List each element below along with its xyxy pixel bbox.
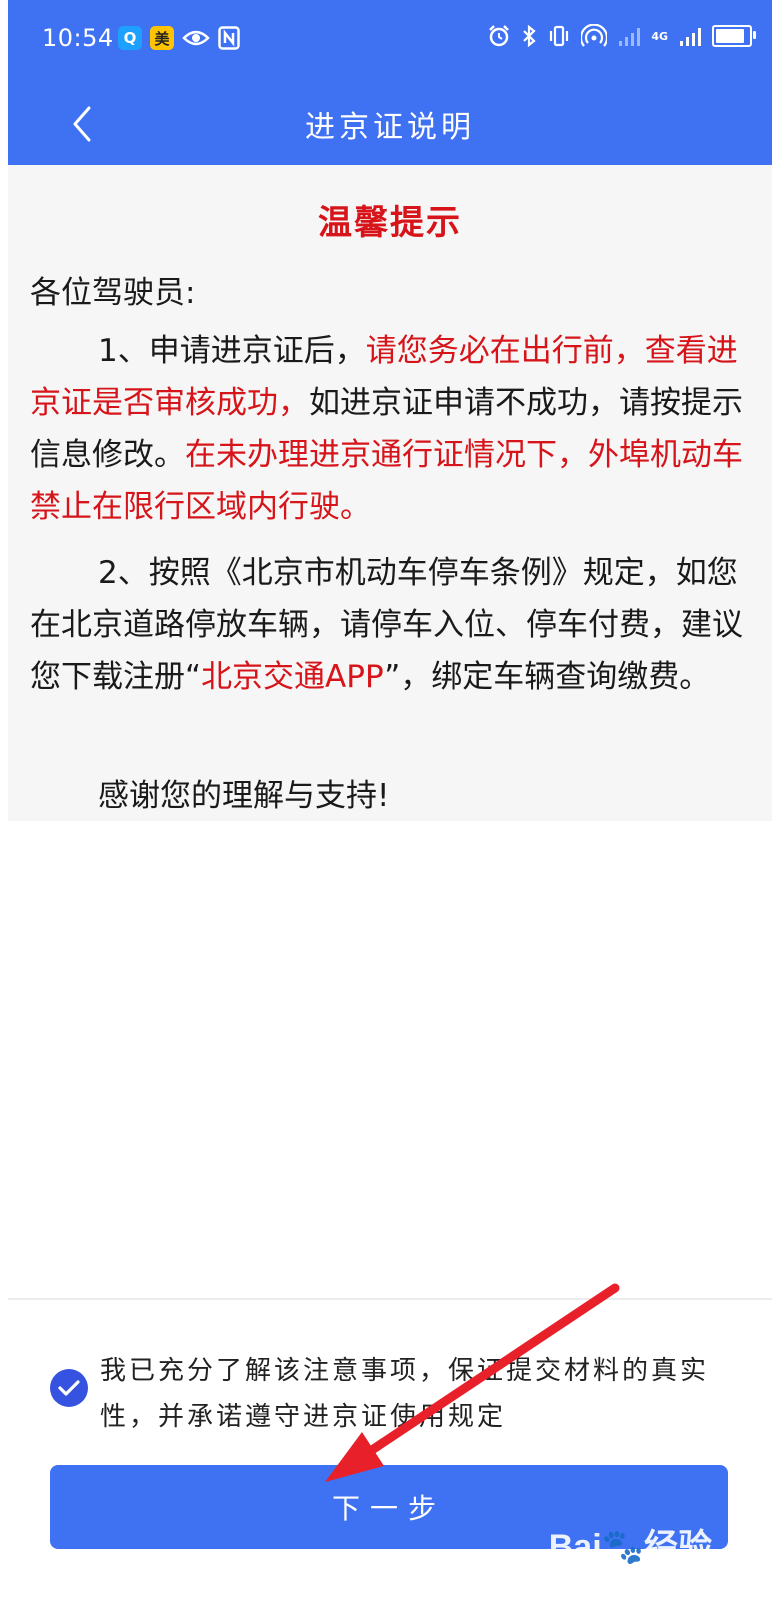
checkmark-icon: [58, 1380, 80, 1396]
battery-icon: [712, 25, 756, 47]
network-type-label: 4G: [651, 29, 668, 43]
watermark-logo: Bai🐾经验: [548, 1528, 712, 1566]
alarm-icon: [489, 25, 510, 47]
hotspot-icon: [581, 24, 608, 47]
signal-1-icon: [619, 28, 641, 46]
header: 10:54 Q 美 4G 进京证说明: [8, 0, 772, 165]
watermark-url: jingyan.baidu.com: [582, 1570, 712, 1586]
p2-app-name-highlight: 北京交通APP: [201, 659, 385, 695]
status-right-icons: 4G: [487, 24, 756, 48]
bluetooth-icon: [523, 24, 536, 48]
divider: [8, 1298, 772, 1300]
page-title: 进京证说明: [305, 110, 475, 145]
agreement-checkbox[interactable]: [50, 1369, 88, 1407]
notice-panel: 温馨提示 各位驾驶员: 1、申请进京证后，请您务必在出行前，查看进京证是否审核成…: [8, 165, 772, 821]
meituan-app-icon: 美: [150, 26, 174, 50]
status-left-icons: Q 美: [118, 26, 240, 50]
app-frame: 10:54 Q 美 4G 进京证说明 温馨提示 各位驾驶员: 1、申请进京证后，…: [8, 0, 772, 1600]
notice-paragraph-1: 1、申请进京证后，请您务必在出行前，查看进京证是否审核成功，如进京证申请不成功，…: [30, 325, 745, 533]
notice-paragraph-2: 2、按照《北京市机动车停车条例》规定，如您在北京道路停放车辆，请停车入位、停车付…: [30, 547, 745, 703]
vibrate-icon: [550, 25, 569, 47]
search-app-icon: Q: [118, 26, 142, 50]
status-time: 10:54: [42, 24, 114, 52]
signal-2-icon: [680, 28, 701, 46]
baidu-jingyan-watermark: Bai🐾经验 jingyan.baidu.com: [549, 1519, 712, 1586]
eye-icon: [182, 30, 210, 46]
p1-text-a: 1、申请进京证后，: [98, 333, 366, 369]
notice-greeting: 各位驾驶员:: [30, 275, 196, 311]
p2-text-c: ”，绑定车辆查询缴费。: [384, 659, 711, 695]
notice-title: 温馨提示: [318, 203, 462, 243]
agreement-row: 我已充分了解该注意事项，保证提交材料的真实性，并承诺遵守进京证使用规定: [8, 1340, 772, 1440]
nfc-icon: [218, 26, 240, 50]
notice-paragraph-3: 感谢您的理解与支持!: [98, 778, 390, 814]
agreement-text: 我已充分了解该注意事项，保证提交材料的真实性，并承诺遵守进京证使用规定: [100, 1356, 710, 1432]
status-bar: 10:54 Q 美 4G: [8, 0, 772, 80]
navbar: 进京证说明: [8, 80, 772, 165]
